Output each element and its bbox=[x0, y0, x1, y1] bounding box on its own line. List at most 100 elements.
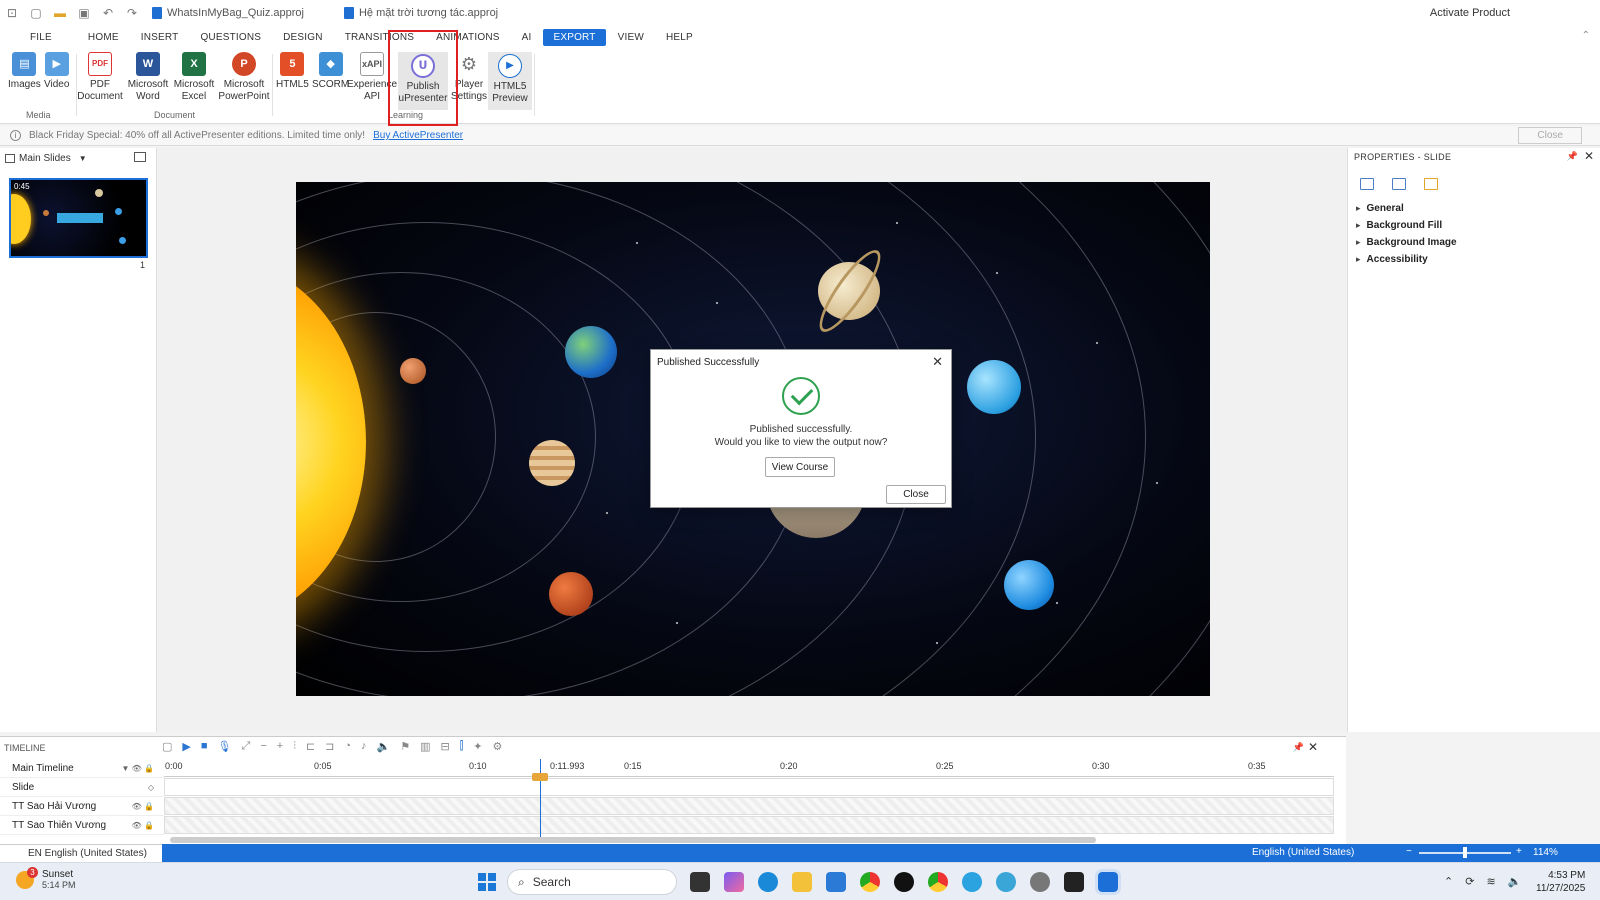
timeline-row-neptune[interactable]: TT Sao Hải Vương 👁 🔒 bbox=[0, 797, 164, 816]
audio-icon[interactable]: ♪ bbox=[361, 740, 367, 753]
timeline-row-main[interactable]: Main Timeline ▼ 👁 🔒 bbox=[0, 759, 164, 778]
tab-help[interactable]: HELP bbox=[656, 29, 703, 46]
zoom-in-icon[interactable]: + bbox=[277, 740, 283, 753]
video-button[interactable]: ▶ Video bbox=[44, 52, 69, 91]
chevron-up-icon[interactable]: ⌃ bbox=[1444, 875, 1453, 888]
canva-icon[interactable] bbox=[996, 872, 1016, 892]
playhead-handle[interactable] bbox=[532, 773, 548, 781]
split-icon[interactable]: ⫶ bbox=[293, 740, 296, 753]
close-icon[interactable]: ✕ bbox=[1308, 740, 1318, 754]
tab-questions[interactable]: QUESTIONS bbox=[190, 29, 271, 46]
undo-icon[interactable]: ↶ bbox=[96, 0, 120, 26]
images-button[interactable]: ▤ Images bbox=[8, 52, 41, 91]
tiktok-icon[interactable] bbox=[894, 872, 914, 892]
tab-export[interactable]: EXPORT bbox=[543, 28, 606, 46]
section-background-fill[interactable]: Background Fill bbox=[1356, 220, 1443, 231]
slide-properties-icon[interactable] bbox=[1360, 178, 1374, 190]
new-file-icon[interactable]: ▢ bbox=[24, 0, 48, 26]
pin-icon[interactable]: 📌 bbox=[1567, 151, 1578, 162]
edge-icon[interactable] bbox=[758, 872, 778, 892]
playhead[interactable] bbox=[540, 759, 541, 839]
jupiter-planet[interactable] bbox=[529, 440, 575, 486]
scorm-button[interactable]: ◆ SCORM bbox=[312, 52, 349, 91]
html5-preview-button[interactable]: ▶ HTML5 Preview bbox=[488, 52, 532, 110]
spellcheck-language[interactable]: English (United States) bbox=[1252, 847, 1354, 858]
chrome-icon[interactable] bbox=[860, 872, 880, 892]
mars-planet[interactable] bbox=[549, 572, 593, 616]
timeline-row-slide[interactable]: Slide ◇ bbox=[0, 778, 164, 797]
open-folder-icon[interactable]: ▬ bbox=[48, 0, 72, 26]
eye-icon[interactable]: ▼ 👁 🔒 bbox=[122, 764, 154, 773]
earth-planet[interactable] bbox=[565, 326, 617, 378]
tab-insert[interactable]: INSERT bbox=[131, 29, 189, 46]
crop-icon[interactable]: ⊐ bbox=[325, 740, 334, 753]
monitor-icon[interactable] bbox=[134, 152, 146, 162]
copilot-icon[interactable] bbox=[724, 872, 744, 892]
tag-icon[interactable]: ◇ bbox=[148, 783, 154, 792]
stop-icon[interactable]: ■ bbox=[201, 740, 208, 753]
start-button[interactable] bbox=[478, 873, 496, 891]
slide-thumbnail[interactable]: 0:45 bbox=[9, 178, 148, 258]
tab-ai[interactable]: AI bbox=[512, 29, 542, 46]
activate-product-link[interactable]: Activate Product bbox=[1430, 7, 1510, 19]
pdf-document-button[interactable]: PDF PDF Document bbox=[77, 52, 123, 103]
zoom-slider-thumb[interactable] bbox=[1463, 847, 1467, 858]
volume-icon[interactable]: 🔈 bbox=[1508, 875, 1522, 888]
record-icon[interactable]: 🎙 bbox=[218, 740, 232, 753]
zoom-level[interactable]: 114% bbox=[1533, 847, 1558, 858]
activepresenter-icon[interactable] bbox=[1095, 869, 1121, 895]
close-icon[interactable]: ✕ bbox=[1584, 149, 1594, 163]
timeline-ruler[interactable]: 0:00 0:05 0:10 0:15 0:20 0:25 0:30 0:35 bbox=[164, 759, 1334, 777]
tab-design[interactable]: DESIGN bbox=[273, 29, 333, 46]
tab-home[interactable]: HOME bbox=[78, 29, 129, 46]
checkbox-icon[interactable]: ▢ bbox=[162, 740, 172, 753]
magic-icon[interactable]: ✦ bbox=[473, 740, 482, 753]
interaction-icon[interactable] bbox=[1424, 178, 1438, 190]
section-accessibility[interactable]: Accessibility bbox=[1356, 254, 1428, 265]
track-slide[interactable] bbox=[164, 778, 1334, 796]
microsoft-excel-button[interactable]: X Microsoft Excel bbox=[172, 52, 216, 103]
save-icon[interactable]: ▣ bbox=[72, 0, 96, 26]
section-background-image[interactable]: Background Image bbox=[1356, 237, 1457, 248]
zoom-in-icon[interactable]: + bbox=[1516, 846, 1522, 857]
mercury-planet[interactable] bbox=[400, 358, 426, 384]
redo-icon[interactable]: ↷ bbox=[120, 0, 144, 26]
taskbar-search[interactable]: ⌕ Search bbox=[507, 869, 677, 895]
dialog-close-button[interactable]: Close bbox=[886, 485, 946, 504]
snap-icon[interactable]: ⫿ bbox=[460, 740, 464, 753]
marker-icon[interactable]: ⚑ bbox=[400, 740, 410, 753]
chrome-profile-icon[interactable] bbox=[928, 872, 948, 892]
zoom-fit-icon[interactable]: ⤢ bbox=[242, 740, 251, 753]
track-neptune[interactable] bbox=[164, 797, 1334, 815]
neptune-planet[interactable] bbox=[1004, 560, 1054, 610]
promo-close-button[interactable]: Close bbox=[1518, 127, 1582, 144]
input-language[interactable]: EN English (United States) bbox=[0, 844, 162, 862]
section-general[interactable]: General bbox=[1356, 203, 1404, 214]
microsoft-powerpoint-button[interactable]: P Microsoft PowerPoint bbox=[218, 52, 270, 103]
sync-icon[interactable]: ⟳ bbox=[1465, 875, 1474, 888]
microsoft-word-button[interactable]: W Microsoft Word bbox=[126, 52, 170, 103]
html5-button[interactable]: 5 HTML5 bbox=[276, 52, 309, 91]
wifi-icon[interactable]: ≋ bbox=[1486, 875, 1495, 888]
eye-icon[interactable]: 👁 🔒 bbox=[132, 821, 154, 830]
buy-activepresenter-link[interactable]: Buy ActivePresenter bbox=[373, 130, 463, 141]
play-icon[interactable]: ▶ bbox=[182, 740, 190, 753]
close-icon[interactable]: ✕ bbox=[932, 354, 943, 370]
tab-file[interactable]: FILE bbox=[20, 29, 62, 46]
zoom-out-icon[interactable]: − bbox=[260, 740, 266, 753]
weather-widget[interactable]: 3 Sunset 5:14 PM bbox=[16, 866, 76, 890]
collapse-ribbon-icon[interactable]: ⌃ bbox=[1582, 30, 1590, 41]
capcut-icon[interactable] bbox=[1064, 872, 1084, 892]
zoom-out-icon[interactable]: − bbox=[1406, 846, 1412, 857]
doc-tab-2[interactable]: Hệ mặt trời tương tác.approj bbox=[343, 7, 498, 19]
volume-icon[interactable]: 🔈 bbox=[377, 740, 391, 753]
telegram-icon[interactable] bbox=[962, 872, 982, 892]
file-explorer-icon[interactable] bbox=[792, 872, 812, 892]
clock[interactable]: 4:53 PM 11/27/2025 bbox=[1536, 869, 1585, 895]
tab-view[interactable]: VIEW bbox=[608, 29, 654, 46]
timeline-scrollbar[interactable] bbox=[170, 837, 1096, 843]
timeline-row-uranus[interactable]: TT Sao Thiên Vương 👁 🔒 bbox=[0, 816, 164, 835]
task-view-icon[interactable] bbox=[690, 872, 710, 892]
slides-panel-header[interactable]: Main Slides ▼ bbox=[0, 148, 156, 168]
settings-icon[interactable]: ⚙ bbox=[492, 740, 502, 753]
